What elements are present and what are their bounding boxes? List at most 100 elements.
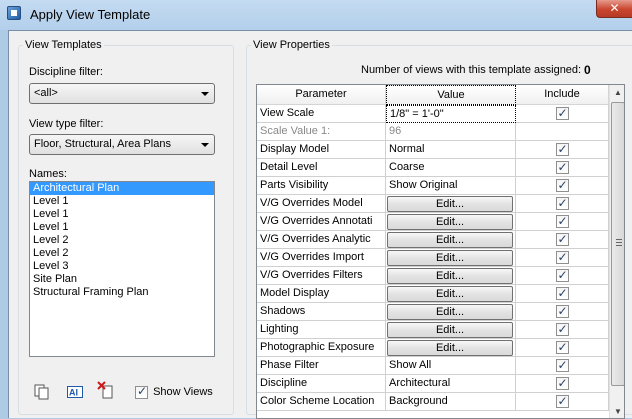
parameter-cell: V/G Overrides Analytic <box>257 231 386 249</box>
include-checkbox[interactable] <box>555 393 569 410</box>
table-row[interactable]: View Scale 1/8" = 1'-0" <box>257 105 609 123</box>
include-checkbox[interactable] <box>555 267 569 284</box>
value-cell: 96 <box>386 123 516 141</box>
column-header-parameter[interactable]: Parameter <box>257 85 386 105</box>
include-cell <box>516 123 609 141</box>
discipline-filter-select[interactable]: <all> <box>29 83 215 104</box>
table-row[interactable]: Color Scheme Location Background <box>257 393 609 411</box>
scroll-down-icon[interactable]: ▼ <box>610 404 624 418</box>
table-row[interactable]: Phase Filter Show All <box>257 357 609 375</box>
include-cell <box>516 303 609 321</box>
names-label: Names: <box>29 168 67 180</box>
table-row[interactable]: V/G Overrides Model Edit... <box>257 195 609 213</box>
include-checkbox[interactable] <box>555 141 569 158</box>
table-row[interactable]: Photographic Exposure Edit... <box>257 339 609 357</box>
view-type-filter-select[interactable]: Floor, Structural, Area Plans <box>29 134 215 155</box>
list-item[interactable]: Level 2 <box>30 234 214 247</box>
edit-button[interactable]: Edit... <box>387 286 513 302</box>
view-properties-grid[interactable]: Parameter Value Include View Scale 1/8" =… <box>256 84 625 419</box>
value-cell[interactable]: Edit... <box>386 195 516 213</box>
list-item[interactable]: Level 1 <box>30 195 214 208</box>
include-checkbox[interactable] <box>555 177 569 194</box>
edit-button[interactable]: Edit... <box>387 214 513 230</box>
value-cell[interactable]: Architectural <box>386 375 516 393</box>
view-properties-label: View Properties <box>253 39 330 51</box>
include-checkbox[interactable] <box>555 357 569 374</box>
show-views-checkbox[interactable] <box>135 384 148 399</box>
close-button[interactable]: ✕ <box>596 0 632 18</box>
include-cell <box>516 393 609 411</box>
list-item[interactable]: Level 1 <box>30 221 214 234</box>
table-row[interactable]: Display Model Normal <box>257 141 609 159</box>
parameter-cell: V/G Overrides Annotati <box>257 213 386 231</box>
list-item[interactable]: Architectural Plan <box>30 182 214 195</box>
value-cell[interactable]: Edit... <box>386 213 516 231</box>
table-row[interactable]: V/G Overrides Import Edit... <box>257 249 609 267</box>
column-header-include[interactable]: Include <box>516 85 609 105</box>
table-row[interactable]: Detail Level Coarse <box>257 159 609 177</box>
table-row[interactable]: Parts Visibility Show Original <box>257 177 609 195</box>
include-checkbox[interactable] <box>555 303 569 320</box>
include-checkbox[interactable] <box>555 339 569 356</box>
list-item[interactable]: Site Plan <box>30 273 214 286</box>
table-row[interactable]: V/G Overrides Annotati Edit... <box>257 213 609 231</box>
rename-icon[interactable]: AI <box>66 383 84 401</box>
column-header-value[interactable]: Value <box>386 85 516 105</box>
list-item[interactable]: Level 3 <box>30 260 214 273</box>
include-cell <box>516 249 609 267</box>
scrollbar-thumb[interactable] <box>611 102 624 386</box>
parameter-cell: Color Scheme Location <box>257 393 386 411</box>
value-cell[interactable]: Edit... <box>386 231 516 249</box>
edit-button[interactable]: Edit... <box>387 232 513 248</box>
table-row[interactable]: V/G Overrides Filters Edit... <box>257 267 609 285</box>
include-checkbox[interactable] <box>555 213 569 230</box>
include-checkbox[interactable] <box>555 285 569 302</box>
value-cell[interactable]: Edit... <box>386 249 516 267</box>
parameter-cell: Model Display <box>257 285 386 303</box>
list-item[interactable]: Level 2 <box>30 247 214 260</box>
edit-button[interactable]: Edit... <box>387 304 513 320</box>
table-row[interactable]: Shadows Edit... <box>257 303 609 321</box>
include-checkbox[interactable] <box>555 105 569 122</box>
edit-button[interactable]: Edit... <box>387 340 513 356</box>
value-cell[interactable]: Edit... <box>386 321 516 339</box>
value-cell[interactable]: Normal <box>386 141 516 159</box>
edit-button[interactable]: Edit... <box>387 322 513 338</box>
list-item[interactable]: Level 1 <box>30 208 214 221</box>
properties-scrollbar[interactable]: ▲ ▼ <box>609 85 624 418</box>
list-item[interactable]: Structural Framing Plan <box>30 286 214 299</box>
names-list[interactable]: Architectural Plan Level 1 Level 1 Level 1L… <box>29 181 215 357</box>
table-row[interactable]: Scale Value 1: 96 <box>257 123 609 141</box>
scroll-up-icon[interactable]: ▲ <box>610 85 624 101</box>
table-row[interactable]: Model Display Edit... <box>257 285 609 303</box>
title-bar: Apply View Template ✕ <box>0 0 632 30</box>
include-checkbox[interactable] <box>555 159 569 176</box>
value-cell[interactable]: Edit... <box>386 267 516 285</box>
show-views-toggle[interactable]: Show Views <box>135 384 213 399</box>
include-checkbox[interactable] <box>555 375 569 392</box>
table-row[interactable]: Discipline Architectural <box>257 375 609 393</box>
include-checkbox[interactable] <box>555 231 569 248</box>
parameter-cell: Shadows <box>257 303 386 321</box>
duplicate-icon[interactable] <box>33 383 51 401</box>
value-cell[interactable]: Coarse <box>386 159 516 177</box>
include-cell <box>516 339 609 357</box>
value-cell[interactable]: Background <box>386 393 516 411</box>
edit-button[interactable]: Edit... <box>387 250 513 266</box>
edit-button[interactable]: Edit... <box>387 196 513 212</box>
include-checkbox[interactable] <box>555 195 569 212</box>
edit-button[interactable]: Edit... <box>387 268 513 284</box>
value-cell[interactable]: Show Original <box>386 177 516 195</box>
table-row[interactable]: V/G Overrides Analytic Edit... <box>257 231 609 249</box>
delete-icon[interactable] <box>97 381 115 399</box>
table-row[interactable]: Lighting Edit... <box>257 321 609 339</box>
value-cell[interactable]: Edit... <box>386 285 516 303</box>
include-checkbox[interactable] <box>555 249 569 266</box>
views-count-label: Number of views with this template assig… <box>361 64 582 76</box>
value-cell[interactable]: Edit... <box>386 303 516 321</box>
value-cell[interactable]: Show All <box>386 357 516 375</box>
value-cell[interactable]: Edit... <box>386 339 516 357</box>
parameter-cell: View Scale <box>257 105 386 123</box>
include-checkbox[interactable] <box>555 321 569 338</box>
value-cell[interactable]: 1/8" = 1'-0" <box>386 105 516 123</box>
